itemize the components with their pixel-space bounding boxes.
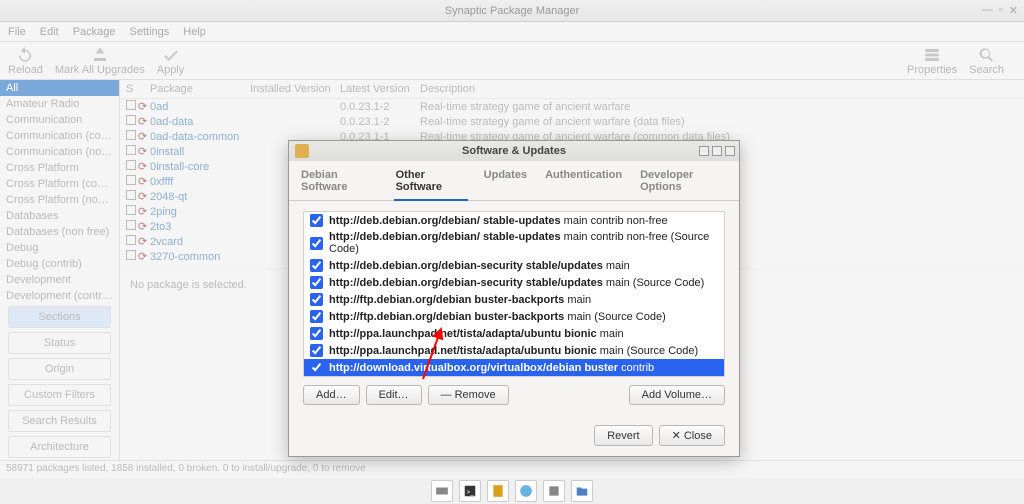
mark-icon: [91, 46, 109, 64]
menu-edit[interactable]: Edit: [40, 26, 59, 38]
status-bar: 58971 packages listed, 1858 installed, 0…: [0, 460, 1024, 478]
repo-checkbox[interactable]: [310, 214, 323, 227]
sidebar-btn-architecture[interactable]: Architecture: [8, 436, 111, 458]
tab-updates[interactable]: Updates: [482, 165, 529, 200]
repo-checkbox[interactable]: [310, 361, 323, 374]
category-item[interactable]: Communication (contrib): [0, 128, 119, 144]
package-list-header: S Package Installed Version Latest Versi…: [120, 80, 1024, 99]
repo-checkbox[interactable]: [310, 293, 323, 306]
add-volume-button[interactable]: Add Volume…: [629, 385, 725, 405]
repo-item[interactable]: http://deb.debian.org/debian/ stable-upd…: [304, 212, 724, 229]
repository-list[interactable]: http://deb.debian.org/debian/ stable-upd…: [303, 211, 725, 377]
reload-button[interactable]: Reload: [8, 46, 43, 76]
properties-icon: [923, 46, 941, 64]
sidebar-btn-custom-filters[interactable]: Custom Filters: [8, 384, 111, 406]
repo-checkbox[interactable]: [310, 276, 323, 289]
tab-other-software[interactable]: Other Software: [394, 165, 468, 201]
toolbar: Reload Mark All Upgrades Apply Propertie…: [0, 42, 1024, 80]
taskbar-app-6[interactable]: [571, 480, 593, 502]
category-item[interactable]: Databases (non free): [0, 224, 119, 240]
category-item[interactable]: Development (contrib): [0, 288, 119, 304]
repo-item[interactable]: http://deb.debian.org/debian-security st…: [304, 274, 724, 291]
mark-upgrades-button[interactable]: Mark All Upgrades: [55, 46, 145, 76]
add-button[interactable]: Add…: [303, 385, 360, 405]
repo-item[interactable]: http://ftp.debian.org/debian buster-back…: [304, 291, 724, 308]
sidebar: AllAmateur RadioCommunicationCommunicati…: [0, 80, 120, 460]
sidebar-btn-sections[interactable]: Sections: [8, 306, 111, 328]
category-item[interactable]: Communication (non free): [0, 144, 119, 160]
close-button[interactable]: ✕ Close: [659, 425, 725, 446]
maximize-icon[interactable]: ▫: [999, 4, 1003, 17]
taskbar-app-4[interactable]: [515, 480, 537, 502]
close-icon[interactable]: ✕: [1009, 4, 1018, 17]
software-updates-dialog: Software & Updates Debian Software Other…: [288, 140, 740, 457]
minimize-icon[interactable]: —: [982, 4, 993, 17]
edit-button[interactable]: Edit…: [366, 385, 422, 405]
svg-text:>_: >_: [467, 489, 475, 496]
taskbar-app-1[interactable]: [431, 480, 453, 502]
category-item[interactable]: Cross Platform (non free): [0, 192, 119, 208]
reload-icon: [16, 46, 34, 64]
repo-item[interactable]: http://download.virtualbox.org/virtualbo…: [304, 359, 724, 376]
properties-button[interactable]: Properties: [907, 46, 957, 76]
dialog-maximize-icon[interactable]: [712, 146, 722, 156]
repo-checkbox[interactable]: [310, 310, 323, 323]
menu-settings[interactable]: Settings: [130, 26, 170, 38]
repo-checkbox[interactable]: [310, 344, 323, 357]
category-item[interactable]: Amateur Radio: [0, 96, 119, 112]
repo-item[interactable]: http://ftp.debian.org/debian buster-back…: [304, 308, 724, 325]
taskbar-app-2[interactable]: >_: [459, 480, 481, 502]
tab-debian-software[interactable]: Debian Software: [299, 165, 380, 200]
menu-help[interactable]: Help: [183, 26, 206, 38]
taskbar: >_: [0, 478, 1024, 504]
category-item[interactable]: Cross Platform: [0, 160, 119, 176]
package-row[interactable]: ⟳0ad-data0.0.23.1-2Real-time strategy ga…: [120, 114, 1024, 129]
repo-checkbox[interactable]: [310, 237, 323, 250]
taskbar-app-5[interactable]: [543, 480, 565, 502]
menu-bar: File Edit Package Settings Help: [0, 22, 1024, 42]
menu-file[interactable]: File: [8, 26, 26, 38]
search-icon: [978, 46, 996, 64]
dialog-title-bar[interactable]: Software & Updates: [289, 141, 739, 161]
repo-item[interactable]: http://ppa.launchpad.net/tista/adapta/ub…: [304, 325, 724, 342]
sidebar-btn-status[interactable]: Status: [8, 332, 111, 354]
window-title: Synaptic Package Manager: [445, 5, 580, 17]
package-row[interactable]: ⟳0ad0.0.23.1-2Real-time strategy game of…: [120, 99, 1024, 114]
apply-icon: [162, 46, 180, 64]
tab-developer-options[interactable]: Developer Options: [638, 165, 729, 200]
category-item[interactable]: Debug (contrib): [0, 256, 119, 272]
remove-button[interactable]: — Remove: [428, 385, 509, 405]
sidebar-btn-origin[interactable]: Origin: [8, 358, 111, 380]
dialog-close-icon[interactable]: [725, 146, 735, 156]
category-item[interactable]: All: [0, 80, 119, 96]
menu-package[interactable]: Package: [73, 26, 116, 38]
dialog-tabs: Debian Software Other Software Updates A…: [289, 161, 739, 201]
repo-item[interactable]: http://deb.debian.org/debian-security st…: [304, 257, 724, 274]
category-item[interactable]: Debug: [0, 240, 119, 256]
repo-item[interactable]: http://deb.debian.org/debian/ stable-upd…: [304, 229, 724, 257]
search-button[interactable]: Search: [969, 46, 1004, 76]
repo-checkbox[interactable]: [310, 327, 323, 340]
taskbar-app-3[interactable]: [487, 480, 509, 502]
category-item[interactable]: Development: [0, 272, 119, 288]
title-bar: Synaptic Package Manager — ▫ ✕: [0, 0, 1024, 22]
tab-authentication[interactable]: Authentication: [543, 165, 624, 200]
category-item[interactable]: Cross Platform (contrib): [0, 176, 119, 192]
revert-button[interactable]: Revert: [594, 425, 652, 446]
category-item[interactable]: Databases: [0, 208, 119, 224]
repo-checkbox[interactable]: [310, 259, 323, 272]
sidebar-btn-search-results[interactable]: Search Results: [8, 410, 111, 432]
dialog-icon: [295, 144, 309, 158]
category-item[interactable]: Communication: [0, 112, 119, 128]
apply-button[interactable]: Apply: [157, 46, 185, 76]
dialog-minimize-icon[interactable]: [699, 146, 709, 156]
repo-item[interactable]: http://ppa.launchpad.net/tista/adapta/ub…: [304, 342, 724, 359]
dialog-title: Software & Updates: [462, 145, 566, 157]
